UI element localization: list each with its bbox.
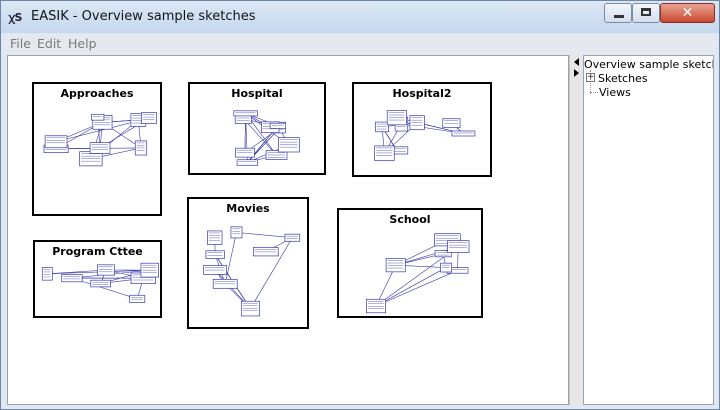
diagram-edge bbox=[224, 232, 237, 284]
sketch-diagram bbox=[203, 226, 301, 317]
diagram-entity bbox=[284, 233, 301, 242]
diagram-entity bbox=[240, 300, 260, 317]
diagram-entity bbox=[230, 226, 243, 239]
sketch-diagram bbox=[41, 262, 159, 303]
diagram-entity bbox=[236, 159, 258, 166]
diagram-entity bbox=[205, 250, 225, 259]
tree-root-label[interactable]: Overview sample sketches bbox=[584, 58, 713, 71]
tree-item-views[interactable]: Views bbox=[599, 86, 631, 99]
menu-file[interactable]: File bbox=[10, 36, 31, 51]
splitter-arrows-icon[interactable] bbox=[573, 57, 581, 81]
title-bar[interactable]: ꭓS EASIK - Overview sample sketches ✕ bbox=[1, 1, 719, 33]
overview-canvas[interactable]: Approaches Hospital Hospital2 Movies Pro… bbox=[7, 55, 569, 405]
overview-tree: Overview sample sketches + Sketches View… bbox=[583, 55, 714, 405]
tree-connector bbox=[590, 92, 598, 93]
easik-window: ꭓS EASIK - Overview sample sketches ✕ Fi… bbox=[0, 0, 720, 410]
diagram-entity bbox=[233, 110, 258, 117]
diagram-entity bbox=[375, 121, 390, 133]
diagram-edge bbox=[375, 270, 458, 307]
diagram-entity bbox=[451, 130, 476, 137]
close-icon: ✕ bbox=[681, 5, 694, 21]
menu-help[interactable]: Help bbox=[68, 36, 97, 51]
diagram-entity bbox=[91, 113, 105, 121]
sketch-diagram bbox=[374, 110, 476, 161]
sketch-hospital2[interactable]: Hospital2 bbox=[352, 82, 492, 177]
sketch-approaches[interactable]: Approaches bbox=[32, 82, 162, 216]
diagram-edge bbox=[375, 267, 447, 307]
diagram-entity bbox=[44, 135, 68, 149]
minimize-button[interactable] bbox=[604, 3, 632, 23]
diagram-entity bbox=[447, 240, 470, 253]
sketch-diagram bbox=[233, 110, 300, 166]
diagram-entity bbox=[129, 294, 146, 303]
tree-item-sketches[interactable]: Sketches bbox=[598, 72, 648, 85]
diagram-entity bbox=[269, 122, 287, 129]
sketch-diagram bbox=[366, 233, 470, 314]
menu-bar: File Edit Help bbox=[6, 34, 714, 54]
easik-app-icon: ꭓS bbox=[8, 11, 23, 24]
sketch-program-cttee[interactable]: Program Cttee bbox=[33, 240, 162, 318]
diagram-entity bbox=[61, 274, 83, 283]
sketch-movies[interactable]: Movies bbox=[187, 197, 309, 329]
window-title: EASIK - Overview sample sketches bbox=[31, 9, 256, 24]
diagram-entity bbox=[90, 279, 111, 288]
maximize-icon bbox=[641, 8, 651, 16]
maximize-button[interactable] bbox=[632, 3, 660, 23]
splitter-bar[interactable] bbox=[569, 55, 582, 405]
expand-icon[interactable]: + bbox=[586, 73, 595, 82]
close-button[interactable]: ✕ bbox=[660, 3, 715, 23]
minimize-icon bbox=[614, 15, 624, 18]
diagram-entity bbox=[141, 112, 157, 124]
diagram-entity bbox=[97, 264, 115, 276]
diagram-entity bbox=[89, 142, 111, 154]
diagram-edge bbox=[236, 232, 293, 239]
sketch-school[interactable]: School bbox=[337, 208, 483, 318]
menu-edit[interactable]: Edit bbox=[37, 36, 61, 51]
sketch-hospital[interactable]: Hospital bbox=[188, 82, 326, 175]
sketch-diagram bbox=[43, 112, 157, 167]
diagram-entity bbox=[253, 247, 279, 257]
